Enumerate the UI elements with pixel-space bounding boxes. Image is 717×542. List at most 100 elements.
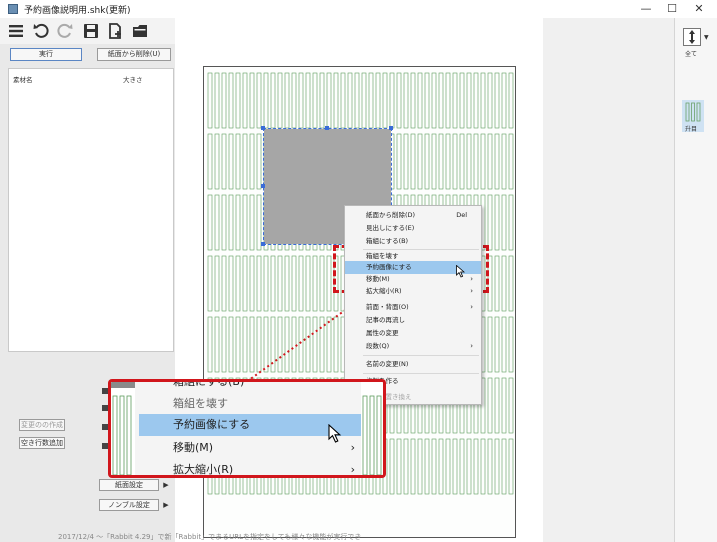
- maximize-button[interactable]: ☐: [659, 0, 685, 18]
- grid-column: [494, 316, 500, 373]
- empty-line-button[interactable]: 空き行数追加: [19, 437, 65, 449]
- grid-column: [312, 316, 318, 373]
- grid-column: [207, 255, 213, 312]
- grid-column: [228, 72, 234, 129]
- minimize-button[interactable]: —: [633, 0, 659, 18]
- menu-separator: [363, 355, 479, 356]
- column-header-name[interactable]: 素材名: [13, 74, 33, 84]
- grid-column: [389, 438, 395, 495]
- grid-column: [487, 377, 493, 434]
- grid-column: [235, 194, 241, 251]
- new-file-icon[interactable]: [106, 22, 124, 40]
- run-button[interactable]: 実行: [10, 48, 82, 61]
- menu-item-remove-from-page[interactable]: 紙面から削除(D) Del: [345, 209, 481, 222]
- grid-column: [256, 133, 262, 190]
- grid-column: [501, 316, 507, 373]
- page-settings-button[interactable]: 紙面設定: [99, 479, 159, 491]
- grid-column: [410, 438, 416, 495]
- grid-column: [291, 316, 297, 373]
- nombre-settings-arrow-icon[interactable]: ▶: [160, 499, 172, 511]
- grid-column: [249, 316, 255, 373]
- grid-column: [508, 377, 514, 434]
- menu-item-make-heading[interactable]: 見出しにする(E): [345, 222, 481, 235]
- column-header-size[interactable]: 大きさ: [123, 74, 143, 84]
- grid-column: [396, 438, 402, 495]
- undo-icon[interactable]: [32, 22, 50, 40]
- grid-column: [501, 255, 507, 312]
- dropdown-arrow-icon[interactable]: ▼: [704, 34, 709, 41]
- selection-handle[interactable]: [261, 184, 265, 188]
- selection-handle[interactable]: [261, 126, 265, 130]
- menu-item-rename[interactable]: 名前の変更(N): [345, 358, 481, 371]
- grid-column: [214, 255, 220, 312]
- grid-column: [305, 316, 311, 373]
- grid-column: [438, 133, 444, 190]
- grid-column: [228, 194, 234, 251]
- callout-cursor-icon: [328, 424, 342, 443]
- menu-item-front-back[interactable]: 前面・背面(O) ›: [345, 301, 481, 314]
- grid-column: [487, 316, 493, 373]
- selection-handle[interactable]: [325, 126, 329, 130]
- save-icon[interactable]: [82, 22, 100, 40]
- selection-handle[interactable]: [389, 126, 393, 130]
- grid-column: [424, 438, 430, 495]
- material-list[interactable]: 素材名 大きさ: [8, 68, 174, 352]
- grid-column: [494, 194, 500, 251]
- menu-item-make-box[interactable]: 箱組にする(B): [345, 235, 481, 248]
- grid-column: [501, 72, 507, 129]
- right-toolbar: ▼ 全て 升目: [674, 18, 717, 542]
- grid-column: [494, 255, 500, 312]
- menu-separator: [363, 373, 479, 374]
- page-settings-arrow-icon[interactable]: ▶: [160, 479, 172, 491]
- grid-column: [487, 72, 493, 129]
- selection-handle[interactable]: [261, 242, 265, 246]
- grid-column: [501, 377, 507, 434]
- grid-column: [494, 72, 500, 129]
- grid-column: [340, 72, 346, 129]
- redo-icon[interactable]: [56, 22, 74, 40]
- rise-label: 升目: [685, 126, 698, 133]
- menu-item-scale[interactable]: 拡大縮小(R) ›: [345, 285, 481, 298]
- unset-button[interactable]: 変更のの作成: [19, 419, 65, 431]
- grid-column: [263, 255, 269, 312]
- grid-column: [270, 255, 276, 312]
- remove-from-page-button[interactable]: 紙面から削除(U): [97, 48, 171, 61]
- close-button[interactable]: ✕: [686, 0, 712, 18]
- grid-column: [466, 133, 472, 190]
- grid-column: [375, 72, 381, 129]
- grid-column: [326, 72, 332, 129]
- move-all-icon[interactable]: [683, 28, 701, 46]
- grid-column: [445, 72, 451, 129]
- folder-open-icon[interactable]: [131, 22, 149, 40]
- grid-column: [431, 72, 437, 129]
- grid-column: [382, 72, 388, 129]
- grid-column: [228, 133, 234, 190]
- menu-item-reflow-article[interactable]: 記事の再流し: [345, 314, 481, 327]
- grid-column: [354, 72, 360, 129]
- grid-column: [214, 194, 220, 251]
- grid-column: [508, 316, 514, 373]
- grid-column: [242, 72, 248, 129]
- grid-column: [410, 72, 416, 129]
- grid-column: [347, 72, 353, 129]
- grid-column: [214, 72, 220, 129]
- menu-item-change-attributes[interactable]: 属性の変更: [345, 327, 481, 340]
- grid-column: [473, 133, 479, 190]
- menu-item-columns[interactable]: 段数(Q) ›: [345, 340, 481, 353]
- nombre-settings-button[interactable]: ノンブル設定: [99, 499, 159, 511]
- grid-column: [459, 72, 465, 129]
- grid-column: [361, 72, 367, 129]
- grid-column: [431, 438, 437, 495]
- grid-column: [284, 255, 290, 312]
- grid-column: [480, 72, 486, 129]
- grid-column: [494, 438, 500, 495]
- menu-icon[interactable]: [7, 22, 25, 40]
- grid-column: [242, 133, 248, 190]
- grid-column: [431, 133, 437, 190]
- grid-column: [508, 72, 514, 129]
- grid-column: [508, 438, 514, 495]
- grid-column: [466, 72, 472, 129]
- grid-column: [403, 72, 409, 129]
- grid-column: [214, 133, 220, 190]
- grid-column: [333, 72, 339, 129]
